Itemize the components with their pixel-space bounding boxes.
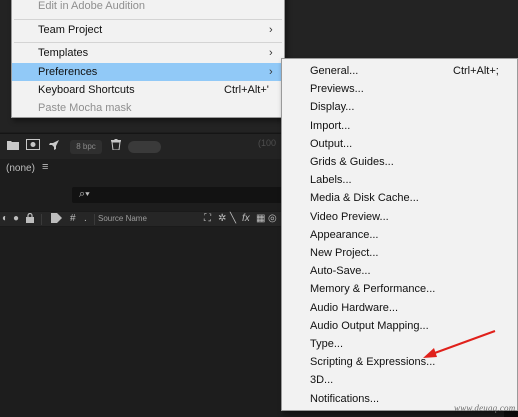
pref-item-appearance[interactable]: Appearance... (282, 226, 517, 244)
shortcut-label: Ctrl+Alt+' (224, 84, 269, 96)
hamburger-icon[interactable]: ≡ (42, 161, 48, 173)
submenu-arrow-icon: › (269, 47, 273, 59)
pref-item-previews[interactable]: Previews... (282, 80, 517, 98)
collapse-icon[interactable]: ✲ (218, 213, 226, 225)
submenu-arrow-icon: › (269, 24, 273, 36)
pref-item-scripting-expressions[interactable]: Scripting & Expressions... (282, 353, 517, 371)
layer-column-header: ◐ ● # . Source Name ⛶ ✲ ╲ fx ▦ ◎ (0, 211, 283, 227)
pref-item-import[interactable]: Import... (282, 117, 517, 135)
zoom-readout: (100 (258, 138, 277, 148)
pref-item-output[interactable]: Output... (282, 135, 517, 153)
pref-item-type[interactable]: Type... (282, 335, 517, 353)
composition-name: (none) (6, 163, 35, 174)
effects-fx-icon[interactable]: fx (242, 213, 250, 225)
source-name-header[interactable]: Source Name (98, 214, 147, 223)
shortcut-label: Ctrl+Alt+; (453, 65, 499, 77)
pref-item-audio-hardware[interactable]: Audio Hardware... (282, 299, 517, 317)
pref-item-media-disk-cache[interactable]: Media & Disk Cache... (282, 189, 517, 207)
new-composition-icon[interactable] (26, 139, 40, 153)
watermark: www.deuaq.com (454, 403, 516, 413)
column-divider (41, 214, 42, 225)
pref-item-new-project[interactable]: New Project... (282, 244, 517, 262)
thumbnail-size-toggle[interactable] (128, 141, 161, 153)
hash-icon[interactable]: # (70, 213, 76, 225)
pref-item-auto-save[interactable]: Auto-Save... (282, 262, 517, 280)
shy-icon[interactable]: ⛶ (204, 213, 211, 225)
edit-context-menu: Edit in Adobe Audition Team Project › Te… (11, 0, 285, 118)
pref-item-video-preview[interactable]: Video Preview... (282, 208, 517, 226)
label-tag-icon[interactable] (51, 213, 62, 227)
composition-tab[interactable]: (none) ≡ (0, 160, 283, 178)
trash-icon[interactable] (109, 139, 123, 153)
menu-item-team-project[interactable]: Team Project › (12, 21, 284, 39)
motion-blur-icon[interactable]: ◎ (268, 213, 277, 225)
menu-item-keyboard-shortcuts[interactable]: Keyboard Shortcuts Ctrl+Alt+' (12, 81, 284, 99)
project-panel-toolbar: 8 bpc (0, 133, 283, 159)
pref-item-display[interactable]: Display... (282, 98, 517, 116)
search-icon: ⌕▾ (79, 188, 90, 200)
render-rocket-icon[interactable] (47, 139, 61, 153)
audio-toggle-icon[interactable]: ◐ (2, 213, 8, 225)
folder-icon[interactable] (6, 139, 20, 153)
column-divider (94, 214, 95, 225)
solo-icon[interactable]: ● (13, 213, 19, 225)
frame-blend-icon[interactable]: ▦ (256, 213, 265, 225)
quality-icon[interactable]: ╲ (230, 213, 236, 225)
preferences-submenu: General... Ctrl+Alt+; Previews... Displa… (281, 58, 518, 411)
layer-type-icon: . (84, 213, 87, 224)
menu-separator (14, 19, 282, 20)
menu-separator (14, 42, 282, 43)
pref-item-memory-performance[interactable]: Memory & Performance... (282, 280, 517, 298)
bit-depth-badge[interactable]: 8 bpc (70, 140, 102, 154)
pref-item-audio-output-mapping[interactable]: Audio Output Mapping... (282, 317, 517, 335)
pref-item-grids-guides[interactable]: Grids & Guides... (282, 153, 517, 171)
pref-item-general[interactable]: General... Ctrl+Alt+; (282, 62, 517, 80)
menu-item-edit-in-audition[interactable]: Edit in Adobe Audition (12, 0, 284, 15)
pref-item-labels[interactable]: Labels... (282, 171, 517, 189)
menu-item-preferences[interactable]: Preferences › (12, 63, 284, 81)
pref-item-3d[interactable]: 3D... (282, 371, 517, 389)
lock-icon[interactable] (26, 212, 34, 227)
menu-item-templates[interactable]: Templates › (12, 44, 284, 62)
submenu-arrow-icon: › (269, 66, 273, 78)
layer-search-input[interactable]: ⌕▾ (72, 187, 283, 203)
menu-item-paste-mocha-mask[interactable]: Paste Mocha mask (12, 99, 284, 117)
